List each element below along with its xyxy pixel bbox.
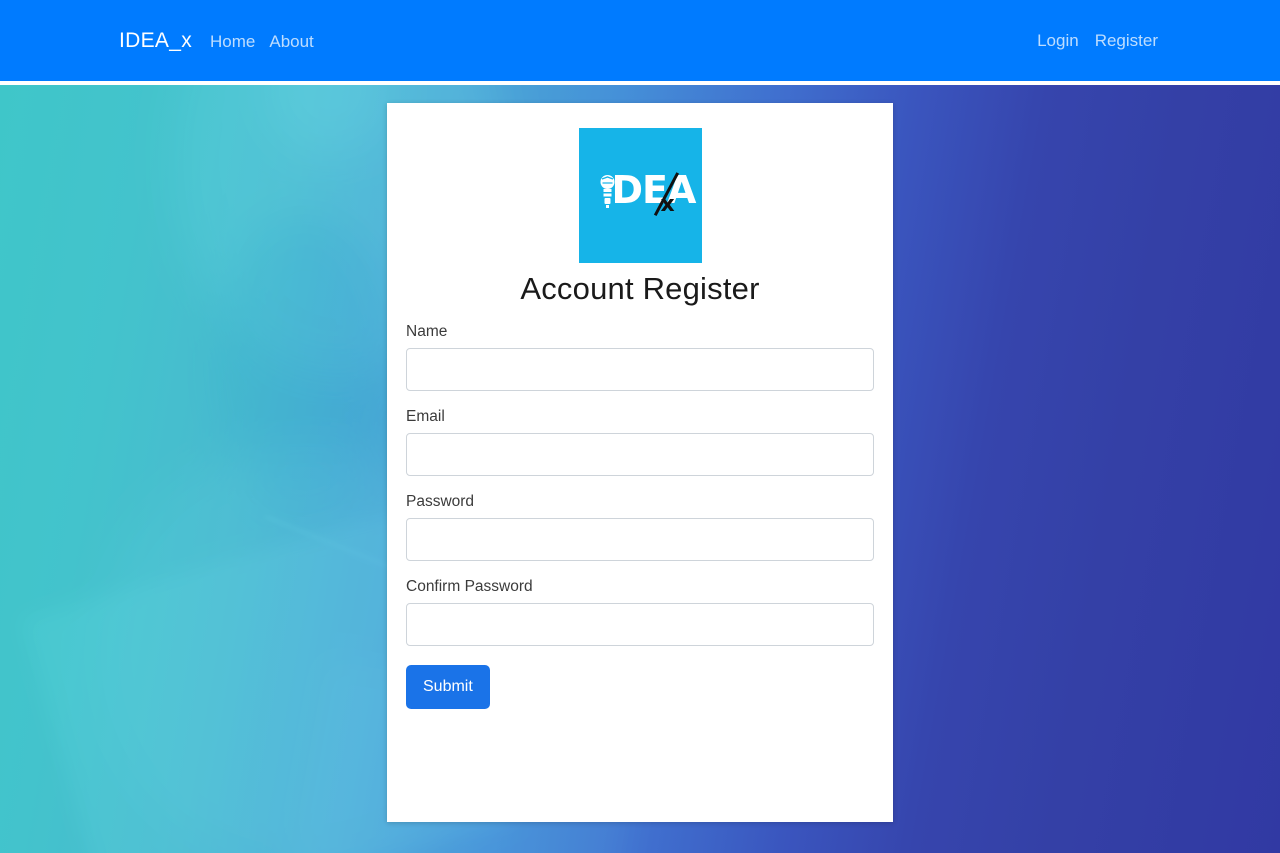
name-input[interactable] xyxy=(406,348,874,391)
email-input[interactable] xyxy=(406,433,874,476)
field-password: Password xyxy=(406,493,874,561)
nav-link-about[interactable]: About xyxy=(269,32,313,52)
navbar: IDEA_x Home About Login Register xyxy=(0,0,1280,81)
navbar-left-group: IDEA_x Home About xyxy=(119,29,328,53)
navbar-separator xyxy=(0,81,1280,85)
navbar-primary-links: Home About xyxy=(210,32,328,52)
page-root: IDEA_x Home About Login Register DEA x A… xyxy=(0,0,1280,853)
logo-container: DEA x xyxy=(387,103,893,263)
register-card: DEA x Account Register Name Email Passwo… xyxy=(387,103,893,822)
confirm-password-input[interactable] xyxy=(406,603,874,646)
submit-button[interactable]: Submit xyxy=(406,665,490,709)
page-title: Account Register xyxy=(520,271,760,306)
nav-link-register[interactable]: Register xyxy=(1095,31,1158,51)
logo-x-mark: x xyxy=(660,192,675,217)
register-form: Name Email Password Confirm Password Sub… xyxy=(387,307,893,709)
logo-wordmark: DEA xyxy=(611,168,697,212)
navbar-right-group: Login Register xyxy=(1021,31,1158,51)
confirm-password-label: Confirm Password xyxy=(406,578,533,595)
email-label: Email xyxy=(406,408,445,425)
field-email: Email xyxy=(406,408,874,476)
password-input[interactable] xyxy=(406,518,874,561)
nav-link-login[interactable]: Login xyxy=(1037,31,1079,51)
field-confirm-password: Confirm Password xyxy=(406,578,874,646)
field-name: Name xyxy=(406,323,874,391)
name-label: Name xyxy=(406,323,448,340)
navbar-brand[interactable]: IDEA_x xyxy=(119,29,192,53)
nav-link-home[interactable]: Home xyxy=(210,32,255,52)
idea-x-logo-icon: DEA x xyxy=(578,128,702,263)
password-label: Password xyxy=(406,493,475,510)
